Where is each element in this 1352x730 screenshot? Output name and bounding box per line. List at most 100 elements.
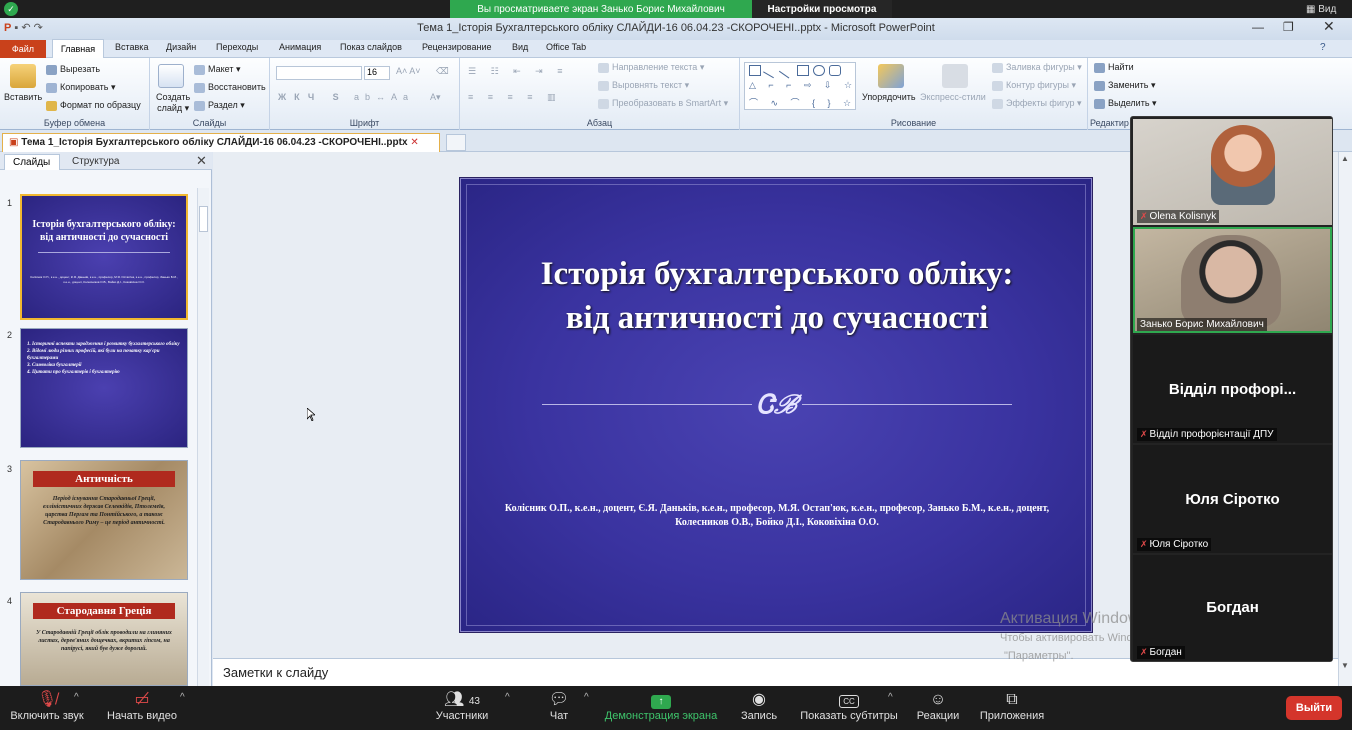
record-button[interactable]: ◉ Запись xyxy=(736,690,782,722)
cut-button[interactable]: Вырезать xyxy=(46,64,100,75)
tab-animation[interactable]: Анимация xyxy=(279,42,321,52)
find-button[interactable]: Найти xyxy=(1094,62,1134,73)
windows-activation-title: Активация Windows xyxy=(1000,610,1148,627)
slide-thumbnail-1[interactable]: Історія бухгалтерського обліку: від анти… xyxy=(20,194,188,320)
view-button[interactable]: ▦ Вид xyxy=(1306,4,1336,15)
align-buttons[interactable]: ≡ ≡ ≡ ≡ ▥ xyxy=(468,92,562,103)
participant-tile[interactable]: Богдан ✗ Богдан xyxy=(1133,555,1332,661)
slide-thumbnail-4[interactable]: Стародавня Греція У Стародавній Греції о… xyxy=(20,592,188,686)
text-direction-button[interactable]: Направление текста ▾ xyxy=(598,62,704,73)
font-size-select[interactable]: 16 xyxy=(364,66,390,80)
shape-effects-button[interactable]: Эффекты фигур ▾ xyxy=(992,98,1082,109)
reset-label: Восстановить xyxy=(208,82,266,92)
reset-button[interactable]: Восстановить xyxy=(194,82,266,93)
paste-button[interactable]: Вставить xyxy=(4,92,42,102)
close-icon[interactable]: ✕ xyxy=(1323,18,1335,35)
document-tab[interactable]: ▣ Тема 1_Історія Бухгалтерського обліку … xyxy=(2,133,440,152)
captions-caret-icon[interactable]: ^ xyxy=(888,692,893,703)
audio-options-caret-icon[interactable]: ^ xyxy=(74,692,79,703)
tab-office-tab[interactable]: Office Tab xyxy=(546,42,586,52)
align-text-button[interactable]: Выровнять текст ▾ xyxy=(598,80,689,91)
scroll-up-icon[interactable]: ▲ xyxy=(1341,154,1349,163)
video-options-caret-icon[interactable]: ^ xyxy=(180,692,185,703)
shape-outline-button[interactable]: Контур фигуры ▾ xyxy=(992,80,1076,91)
list-buttons[interactable]: ☰ ☷ ⇤ ⇥ ≡ xyxy=(468,66,568,77)
participant-tile[interactable]: Відділ профорі... ✗ Відділ профорієнтації… xyxy=(1133,335,1332,443)
quick-styles-button[interactable]: Экспресс-стили xyxy=(920,92,986,102)
format-painter-button[interactable]: Формат по образцу xyxy=(46,100,141,111)
captions-button[interactable]: CC Показать субтитры xyxy=(798,690,900,722)
close-pane-icon[interactable]: ✕ xyxy=(196,153,207,169)
rounded-rect-shape-icon[interactable] xyxy=(829,65,841,76)
participant-tile[interactable]: Юля Сіротко ✗ Юля Сіротко xyxy=(1133,445,1332,553)
tab-review[interactable]: Рецензирование xyxy=(422,42,492,52)
quick-styles-icon[interactable] xyxy=(942,64,968,88)
font-spacing-buttons[interactable]: ab↔Aa xyxy=(354,92,414,102)
tab-slides[interactable]: Слайды xyxy=(4,154,60,170)
scroll-thumb[interactable] xyxy=(199,206,208,232)
leave-button[interactable]: Выйти xyxy=(1286,696,1342,720)
new-slide-button[interactable]: Создать слайд ▾ xyxy=(156,92,190,114)
windows-activation-text-2: "Параметры". xyxy=(1004,650,1074,662)
new-tab-button[interactable] xyxy=(446,134,466,151)
tab-view[interactable]: Вид xyxy=(512,42,528,52)
reactions-button[interactable]: ☺︎ Реакции xyxy=(914,690,962,722)
notes-field[interactable]: Заметки к слайду xyxy=(213,658,1338,686)
tab-design[interactable]: Дизайн xyxy=(166,42,196,52)
shapes-gallery[interactable]: △ ⌐ ⌐ ⇨ ⇩ ☆ ⌒ ∿ ⌒ { } ☆ xyxy=(744,62,856,110)
shapes-row-2[interactable]: △ ⌐ ⌐ ⇨ ⇩ ☆ xyxy=(749,80,857,91)
help-icon[interactable]: ? xyxy=(1320,42,1326,53)
tab-insert[interactable]: Вставка xyxy=(115,42,148,52)
replace-button[interactable]: Заменить ▾ xyxy=(1094,80,1155,91)
font-style-buttons[interactable]: ЖКЧ S xyxy=(278,92,347,102)
rect2-shape-icon[interactable] xyxy=(797,65,809,76)
tab-file[interactable]: Файл xyxy=(0,40,46,58)
slide-thumbnail-2[interactable]: 1. Історичні аспекти зародження і розвит… xyxy=(20,328,188,448)
chat-button[interactable]: 💬︎ Чат xyxy=(540,690,578,722)
select-button[interactable]: Выделить ▾ xyxy=(1094,98,1157,109)
line-shape-icon[interactable] xyxy=(763,62,779,79)
minimize-icon[interactable]: — xyxy=(1252,20,1264,34)
new-slide-icon[interactable] xyxy=(158,64,184,88)
slides-pane-scrollbar[interactable] xyxy=(197,188,209,686)
slide-vertical-scrollbar[interactable]: ▲ ▼ xyxy=(1338,152,1352,686)
section-button[interactable]: Раздел ▾ xyxy=(194,100,245,111)
tab-home[interactable]: Главная xyxy=(52,39,104,58)
slide-title[interactable]: Історія бухгалтерського обліку: від анти… xyxy=(460,252,1094,340)
close-tab-icon[interactable]: ✕ xyxy=(410,137,418,148)
rectangle-shape-icon[interactable] xyxy=(749,65,761,76)
scroll-down-icon[interactable]: ▼ xyxy=(1341,661,1349,670)
slide-thumbnail-3[interactable]: Античність Період існування Стародавньої… xyxy=(20,460,188,580)
share-screen-label: Демонстрация экрана xyxy=(604,710,718,722)
clear-format-icon[interactable]: ⌫ xyxy=(436,66,449,77)
arrow-shape-icon[interactable] xyxy=(778,62,796,79)
arrange-icon[interactable] xyxy=(878,64,904,88)
participant-tile-active[interactable]: Занько Борис Михайлович xyxy=(1133,227,1332,333)
oval-shape-icon[interactable] xyxy=(813,65,825,76)
apps-button[interactable]: ⧉ Приложения xyxy=(976,690,1048,722)
current-slide[interactable]: Історія бухгалтерського обліку: від анти… xyxy=(459,177,1093,633)
tab-slideshow[interactable]: Показ слайдов xyxy=(340,42,402,52)
tab-outline[interactable]: Структура xyxy=(62,154,128,170)
chat-caret-icon[interactable]: ^ xyxy=(584,692,589,703)
participants-button[interactable]: 👥︎ 43 Участники xyxy=(432,690,492,722)
shapes-row-3[interactable]: ⌒ ∿ ⌒ { } ☆ xyxy=(749,96,856,109)
tab-transitions[interactable]: Переходы xyxy=(216,42,258,52)
font-color-icon[interactable]: A▾ xyxy=(430,92,441,103)
shape-fill-button[interactable]: Заливка фигуры ▾ xyxy=(992,62,1082,73)
copy-button[interactable]: Копировать ▾ xyxy=(46,82,116,93)
view-options-button[interactable]: Настройки просмотра xyxy=(752,0,892,18)
arrange-button[interactable]: Упорядочить xyxy=(862,92,916,102)
maximize-icon[interactable]: ❐ xyxy=(1283,20,1294,34)
paste-icon[interactable] xyxy=(10,64,36,88)
share-screen-button[interactable]: ↑ Демонстрация экрана xyxy=(602,690,720,722)
participants-caret-icon[interactable]: ^ xyxy=(505,692,510,703)
font-name-select[interactable] xyxy=(276,66,362,80)
smartart-button[interactable]: Преобразовать в SmartArt ▾ xyxy=(598,98,728,109)
layout-button[interactable]: Макет ▾ xyxy=(194,64,241,75)
slide-authors[interactable]: Колісник О.П., к.е.н., доцент, Є.Я. Дань… xyxy=(480,502,1074,530)
participant-tile[interactable]: ✗ Olena Kolisnyk xyxy=(1133,119,1332,225)
start-video-button[interactable]: ▭̸ Начать видео xyxy=(104,690,180,722)
grow-font-icon[interactable]: A˄ A˅ xyxy=(396,66,421,76)
window-title: Тема 1_Історія Бухгалтерського обліку СЛ… xyxy=(417,22,935,34)
